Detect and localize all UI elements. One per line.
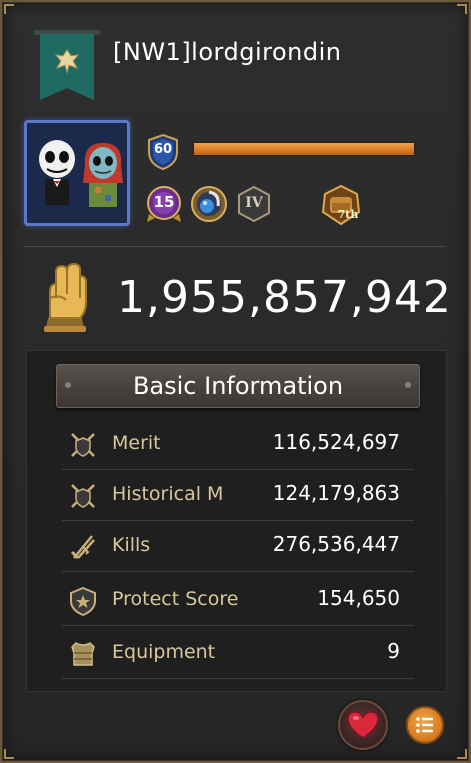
- stat-row-equipment: Equipment 9: [62, 633, 414, 679]
- player-level: 60: [153, 142, 173, 157]
- stat-row-merit: Merit 116,524,697: [62, 424, 414, 470]
- basic-information-title: Basic Information: [132, 372, 344, 400]
- avatar-figure-right: [83, 143, 123, 207]
- row-divider: [62, 571, 414, 572]
- stat-value: 276,536,447: [272, 532, 400, 556]
- alliance-banner-icon[interactable]: [34, 30, 100, 102]
- power-fist-icon: [44, 262, 87, 332]
- stat-value: 9: [387, 639, 400, 663]
- seventh-anniversary-badge-icon[interactable]: 7th: [319, 184, 361, 226]
- stat-row-historical-merit: Historical M 124,179,863: [62, 475, 414, 521]
- player-avatar[interactable]: [24, 120, 130, 226]
- stat-label: Historical M: [112, 483, 224, 505]
- crossed-swords-shield-icon: [71, 484, 95, 508]
- experience-bar-fill: [194, 143, 414, 155]
- row-divider: [62, 625, 414, 626]
- heart-icon: [347, 711, 379, 739]
- row-divider: [62, 520, 414, 521]
- tier-text: IV: [245, 195, 263, 211]
- stat-label: Merit: [112, 432, 161, 454]
- stat-label: Equipment: [112, 641, 216, 663]
- experience-bar: [193, 142, 415, 156]
- medal-rank-text: 15: [153, 193, 175, 211]
- blue-orb-medal-icon[interactable]: [190, 184, 228, 224]
- armor-icon: [71, 642, 95, 666]
- tier-iv-badge-icon[interactable]: IV: [235, 184, 273, 224]
- stat-value: 154,650: [317, 586, 400, 610]
- crossed-swords-shield-icon: [71, 433, 95, 457]
- avatar-figure-left: [39, 140, 75, 205]
- stat-row-protect-score: Protect Score 154,650: [62, 580, 414, 626]
- list-icon: [416, 717, 433, 733]
- row-divider: [62, 469, 414, 470]
- stat-value: 116,524,697: [272, 430, 400, 454]
- panel-corner: [457, 4, 467, 14]
- row-divider: [62, 678, 414, 679]
- shield-star-icon: [70, 586, 96, 616]
- panel-corner: [4, 749, 14, 759]
- details-menu-button[interactable]: [406, 706, 444, 744]
- like-button[interactable]: [338, 700, 388, 750]
- total-power-value: 1,955,857,942: [117, 272, 452, 323]
- stat-row-kills: Kills 276,536,447: [62, 526, 414, 572]
- rank-15-medal-icon[interactable]: 15: [145, 184, 183, 224]
- panel-corner: [4, 4, 14, 14]
- dragon-emblem-icon: [52, 48, 82, 74]
- crossed-blades-icon: [70, 535, 95, 560]
- panel-corner: [457, 749, 467, 759]
- stat-label: Protect Score: [112, 588, 239, 610]
- section-divider: [24, 246, 445, 247]
- stat-label: Kills: [112, 534, 151, 556]
- stat-value: 124,179,863: [272, 481, 400, 505]
- anniversary-text: 7th: [337, 208, 359, 221]
- player-name: [NW1]lordgirondin: [113, 38, 342, 66]
